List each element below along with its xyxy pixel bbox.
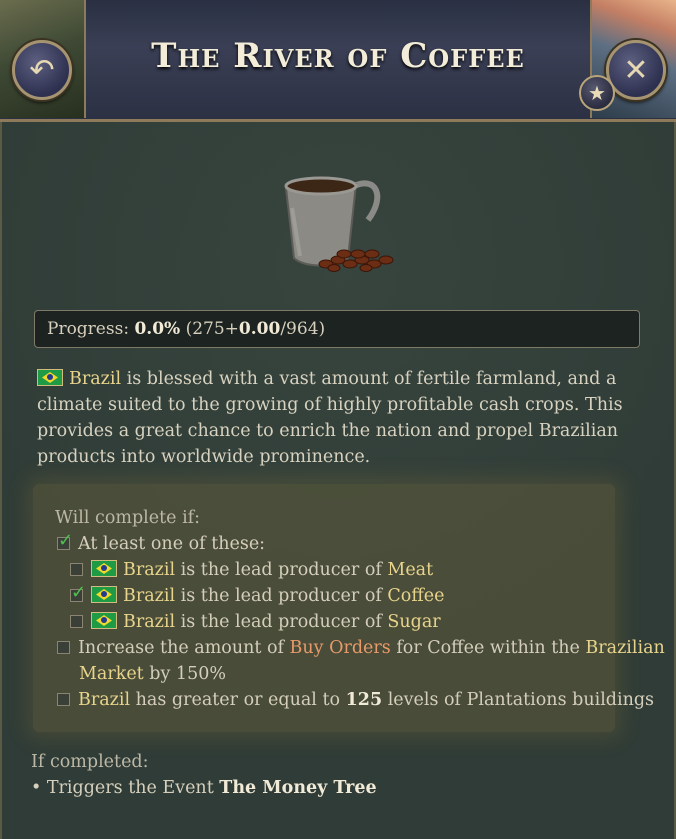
check-icon	[70, 582, 86, 603]
page-title: The River of Coffee	[151, 36, 525, 76]
condition-text: for Coffee within the	[390, 638, 586, 658]
progress-label: Progress:	[47, 319, 130, 339]
checkbox-icon	[57, 693, 70, 706]
condition-group: At least one of these:	[57, 530, 266, 554]
effect-text: • Triggers the Event	[31, 778, 220, 798]
country-link[interactable]: Brazil	[123, 612, 175, 632]
checkbox-icon	[57, 641, 70, 654]
progress-bar: Progress: 0.0% (275+0.00/964)	[34, 310, 640, 348]
condition-item: Brazil is the lead producer of Coffee	[70, 582, 444, 606]
condition-item: Brazil is the lead producer of Sugar	[70, 612, 441, 632]
condition-buy-orders: Increase the amount of Buy Orders for Co…	[57, 638, 665, 658]
progress-total: /964)	[280, 319, 326, 339]
country-link[interactable]: Brazil	[78, 690, 130, 710]
undo-arrow-icon: ↶	[29, 52, 55, 88]
conditions-header: Will complete if:	[55, 508, 201, 528]
progress-open: (275+	[185, 319, 239, 339]
brazil-flag-icon[interactable]	[91, 586, 117, 603]
checkbox-icon	[70, 563, 83, 576]
progress-percent: 0.0%	[134, 319, 181, 339]
goods-link[interactable]: Meat	[387, 560, 433, 580]
event-link[interactable]: The Money Tree	[219, 778, 376, 798]
condition-text: has greater or equal to	[130, 690, 346, 710]
checkbox-icon	[70, 615, 83, 628]
condition-item: Brazil is the lead producer of Meat	[70, 560, 433, 580]
country-link[interactable]: Brazil	[69, 369, 121, 389]
market-link[interactable]: Market	[79, 664, 144, 684]
market-link[interactable]: Brazilian	[585, 638, 664, 658]
completion-header: If completed:	[31, 752, 149, 772]
country-link[interactable]: Brazil	[123, 560, 175, 580]
country-link[interactable]: Brazil	[123, 586, 175, 606]
condition-plantations: Brazil has greater or equal to 125 level…	[57, 690, 654, 710]
description-text: is blessed with a vast amount of fertile…	[37, 369, 623, 467]
journal-header: The River of Coffee ↶ ✕ ★	[0, 0, 676, 122]
condition-text: is the lead producer of	[175, 560, 388, 580]
close-button[interactable]: ✕	[606, 40, 666, 100]
condition-group-label: At least one of these:	[78, 534, 266, 554]
back-button[interactable]: ↶	[12, 40, 72, 100]
pin-button[interactable]: ★	[579, 75, 615, 111]
buy-orders-link[interactable]: Buy Orders	[290, 638, 391, 658]
condition-text: is the lead producer of	[175, 612, 388, 632]
condition-text: levels of Plantations buildings	[382, 690, 655, 710]
close-icon: ✕	[623, 52, 649, 88]
brazil-flag-icon[interactable]	[37, 369, 63, 386]
brazil-flag-icon[interactable]	[91, 612, 117, 629]
condition-text: is the lead producer of	[175, 586, 388, 606]
goods-link[interactable]: Coffee	[387, 586, 444, 606]
progress-added: 0.00	[238, 319, 281, 339]
completion-effect: • Triggers the Event The Money Tree	[31, 778, 377, 798]
plantation-count: 125	[345, 690, 383, 710]
condition-buy-orders-cont: Market by 150%	[79, 664, 226, 684]
coffee-cup-icon	[284, 176, 394, 272]
condition-text: by 150%	[143, 664, 226, 684]
goods-link[interactable]: Sugar	[387, 612, 440, 632]
check-icon	[57, 530, 73, 551]
journal-description: Brazil is blessed with a vast amount of …	[37, 366, 647, 470]
condition-text: Increase the amount of	[78, 638, 290, 658]
brazil-flag-icon[interactable]	[91, 560, 117, 577]
star-icon: ★	[588, 81, 606, 105]
